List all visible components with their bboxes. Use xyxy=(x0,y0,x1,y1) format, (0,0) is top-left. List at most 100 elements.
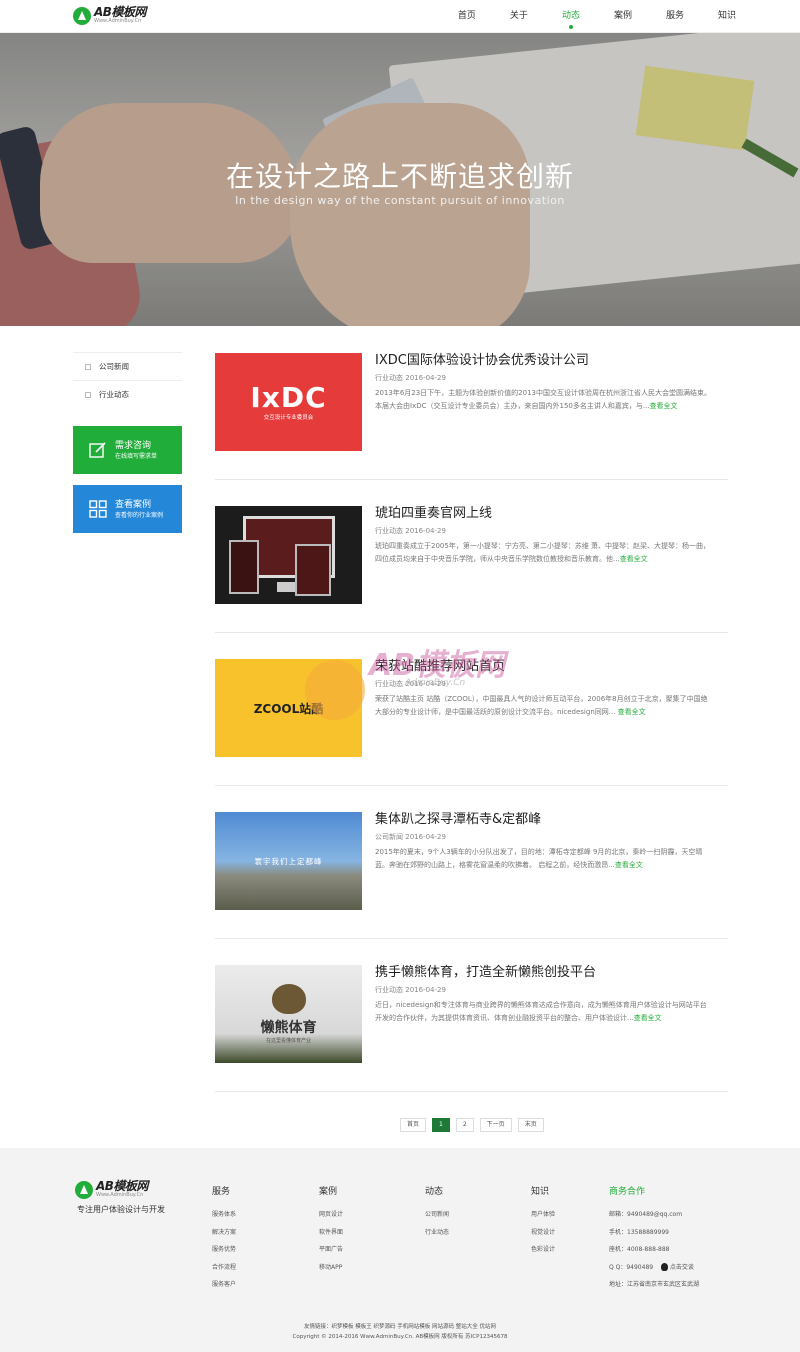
friend-links: 友情链接：织梦模板 模板王 织梦源码 手机网站模板 网站源码 整站大全 优站网 xyxy=(304,1324,496,1330)
article-thumbnail[interactable]: IxDC 交互设计专业委员会 xyxy=(215,353,362,451)
banner-subtitle: In the design way of the constant pursui… xyxy=(235,194,565,207)
main-nav: 首页 关于 动态 案例 服务 知识 xyxy=(424,0,736,33)
list-item: 琥珀四重奏官网上线 行业动态 2016-04-29 琥珀四重奏成立于2005年，… xyxy=(215,506,728,659)
list-item: ZCOOL站酷 荣获站酷推荐网站首页 行业动态 2016-04-29 荣获了站酷… xyxy=(215,659,728,812)
article-thumbnail[interactable] xyxy=(215,506,362,604)
nav-services[interactable]: 服务 xyxy=(666,0,684,33)
article-meta: 行业动态 2016-04-29 xyxy=(375,680,446,688)
demand-consult-title: 需求咨询 xyxy=(115,440,152,451)
footer-link[interactable]: 服务客户 xyxy=(212,1276,236,1294)
divider xyxy=(215,479,728,480)
divider xyxy=(215,632,728,633)
footer-link[interactable]: 移动APP xyxy=(319,1259,343,1277)
nav-cases[interactable]: 案例 xyxy=(614,0,632,33)
page-2[interactable]: 2 xyxy=(455,1118,474,1132)
contact-mobile: 手机：13588889999 xyxy=(609,1228,669,1236)
article-thumbnail[interactable]: ZCOOL站酷 xyxy=(215,659,362,757)
page-first[interactable]: 首页 xyxy=(400,1118,427,1132)
article-thumbnail[interactable]: 懒熊体育 在这里看懂体育产业 xyxy=(215,965,362,1063)
nav-knowledge[interactable]: 知识 xyxy=(718,0,736,33)
sidebar-item-label: 行业动态 xyxy=(99,390,129,399)
read-more-link[interactable]: 查看全文 xyxy=(620,555,648,563)
footer-col-services: 服务 服务体系 解决方案 服务优势 合作流程 服务客户 xyxy=(212,1184,236,1294)
logo-url: Www.AdminBuy.Cn xyxy=(94,18,142,24)
divider xyxy=(215,938,728,939)
read-more-link[interactable]: 查看全文 xyxy=(650,402,678,410)
read-more-link[interactable]: 查看全文 xyxy=(618,708,646,716)
footer-link[interactable]: 平面广告 xyxy=(319,1241,343,1259)
footer-col-knowledge: 知识 用户体验 视觉设计 色彩设计 xyxy=(531,1184,555,1259)
footer-link[interactable]: 服务体系 xyxy=(212,1206,236,1224)
square-icon xyxy=(85,363,91,370)
article-title[interactable]: 集体趴之探寻潭柘寺&定都峰 xyxy=(375,812,541,828)
footer-link[interactable]: 软件界面 xyxy=(319,1224,343,1242)
logo-icon xyxy=(75,1180,93,1199)
footer-col-news: 动态 公司新闻 行业动态 xyxy=(425,1184,449,1241)
footer-link[interactable]: 服务优势 xyxy=(212,1241,236,1259)
page-last[interactable]: 末页 xyxy=(517,1118,544,1132)
article-title[interactable]: 荣获站酷推荐网站首页 xyxy=(375,659,505,675)
footer-col-contact: 商务合作 邮箱：9490489@qq.com 手机：13588889999 座机… xyxy=(609,1184,699,1294)
footer-link[interactable]: 合作流程 xyxy=(212,1259,236,1277)
article-summary: 近日，nicedesign和专注体育与商业跨界的懒熊体育达成合作意向，成为懒熊体… xyxy=(375,1001,707,1022)
list-item: IxDC 交互设计专业委员会 IXDC国际体验设计协会优秀设计公司 行业动态 2… xyxy=(215,353,728,506)
pagination: 首页 1 2 下一页 末页 xyxy=(400,1118,550,1132)
page-next[interactable]: 下一页 xyxy=(479,1118,512,1132)
list-item: 寰宇我们上定都峰 集体趴之探寻潭柘寺&定都峰 公司新闻 2016-04-29 2… xyxy=(215,812,728,965)
sidebar-item-company-news[interactable]: 公司新闻 xyxy=(73,352,182,380)
contact-address: 地址：江苏省南京市玄武区玄武湖 xyxy=(609,1281,700,1288)
qq-chat-button[interactable]: 点击交谈 xyxy=(661,1263,694,1271)
sidebar: 公司新闻 行业动态 需求咨询 在线填写需求单 查看案例 查看你的行业案例 xyxy=(73,352,182,533)
footer-link[interactable]: 色彩设计 xyxy=(531,1241,555,1259)
article-summary: 琥珀四重奏成立于2005年，第一小提琴：宁方亮、第二小提琴：苏维 萧、中提琴：赵… xyxy=(375,542,711,563)
article-title[interactable]: 琥珀四重奏官网上线 xyxy=(375,506,492,522)
nav-home[interactable]: 首页 xyxy=(458,0,476,33)
footer-slogan: 专注用户体验设计与开发 xyxy=(77,1205,165,1214)
nav-news[interactable]: 动态 xyxy=(562,0,580,33)
article-summary: 2015年的夏末，9个人3辆车的小分队出发了，目的地：潭柘寺定都峰 9月的北京，… xyxy=(375,848,703,869)
hero-banner: 在设计之路上不断追求创新 In the design way of the co… xyxy=(0,33,800,326)
footer-link[interactable]: 公司新闻 xyxy=(425,1206,449,1224)
footer-link[interactable]: 解决方案 xyxy=(212,1224,236,1242)
article-title[interactable]: 携手懒熊体育，打造全新懒熊创投平台 xyxy=(375,965,596,981)
sidebar-item-label: 公司新闻 xyxy=(99,362,129,371)
logo[interactable]: AB模板网 Www.AdminBuy.Cn xyxy=(73,6,146,25)
bear-logo-icon xyxy=(271,984,306,1014)
article-title[interactable]: IXDC国际体验设计协会优秀设计公司 xyxy=(375,353,589,369)
article-thumbnail[interactable]: 寰宇我们上定都峰 xyxy=(215,812,362,910)
footer-link[interactable]: 用户体验 xyxy=(531,1206,555,1224)
logo-name: AB模板网 xyxy=(94,5,146,19)
nav-about[interactable]: 关于 xyxy=(510,0,528,33)
footer-col-cases: 案例 网页设计 软件界面 平面广告 移动APP xyxy=(319,1184,343,1276)
divider xyxy=(215,785,728,786)
footer-bottom: 友情链接：织梦模板 模板王 织梦源码 手机网站模板 网站源码 整站大全 优站网 … xyxy=(0,1322,800,1342)
read-more-link[interactable]: 查看全文 xyxy=(634,1014,662,1022)
page-1[interactable]: 1 xyxy=(432,1118,450,1132)
article-meta: 行业动态 2016-04-29 xyxy=(375,986,446,994)
site-header: AB模板网 Www.AdminBuy.Cn 首页 关于 动态 案例 服务 知识 xyxy=(0,0,800,33)
square-icon xyxy=(85,391,91,398)
footer-link[interactable]: 行业动态 xyxy=(425,1224,449,1242)
qq-icon xyxy=(661,1263,668,1271)
article-meta: 行业动态 2016-04-29 xyxy=(375,527,446,535)
edit-icon xyxy=(89,442,106,458)
footer-logo[interactable]: AB模板网 Www.AdminBuy.Cn xyxy=(75,1180,148,1199)
view-cases-sub: 查看你的行业案例 xyxy=(115,511,164,519)
view-cases-button[interactable]: 查看案例 查看你的行业案例 xyxy=(73,485,182,533)
article-summary: 荣获了站酷主页 站酷（ZCOOL），中国最具人气的设计师互动平台，2006年8月… xyxy=(375,695,708,716)
site-footer: AB模板网 Www.AdminBuy.Cn 专注用户体验设计与开发 服务 服务体… xyxy=(0,1148,800,1352)
footer-link[interactable]: 视觉设计 xyxy=(531,1224,555,1242)
article-meta: 行业动态 2016-04-29 xyxy=(375,374,446,382)
sidebar-item-industry-news[interactable]: 行业动态 xyxy=(73,380,182,408)
copyright: Copyright © 2014-2016 Www.AdminBuy.Cn. A… xyxy=(292,1334,508,1340)
article-meta: 公司新闻 2016-04-29 xyxy=(375,833,446,841)
demand-consult-button[interactable]: 需求咨询 在线填写需求单 xyxy=(73,426,182,474)
read-more-link[interactable]: 查看全文 xyxy=(615,861,643,869)
list-item: 懒熊体育 在这里看懂体育产业 携手懒熊体育，打造全新懒熊创投平台 行业动态 20… xyxy=(215,965,728,1118)
logo-icon xyxy=(73,6,91,25)
demand-consult-sub: 在线填写需求单 xyxy=(115,452,158,460)
grid-icon xyxy=(89,500,107,518)
article-summary: 2013年6月23日下午，主题为体验创新价值的2013中国交互设计体验周在杭州浙… xyxy=(375,389,711,410)
view-cases-title: 查看案例 xyxy=(115,499,152,510)
footer-link[interactable]: 网页设计 xyxy=(319,1206,343,1224)
